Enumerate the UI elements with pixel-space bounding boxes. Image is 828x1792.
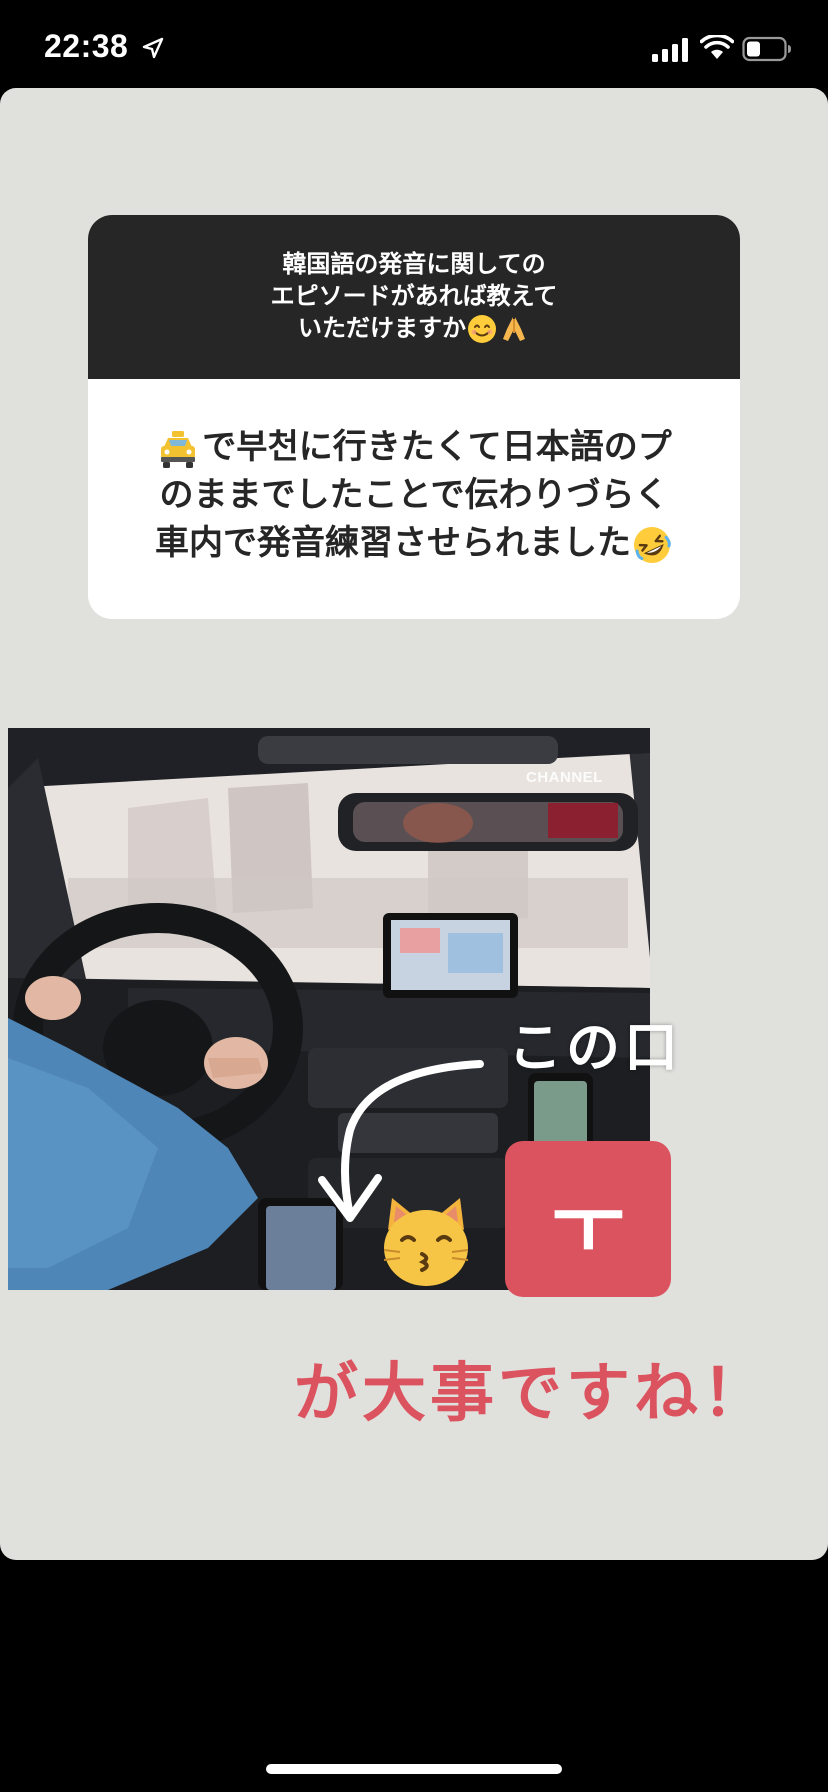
screen: 22:38 韓国語の発音に関しての エピソードがあれば教えて いただけますか で…	[0, 0, 828, 1792]
answer-line-with-emoji: で부천に行きたくて日本語のプ	[88, 423, 740, 471]
story-card[interactable]: 韓国語の発音に関しての エピソードがあれば教えて いただけますか で부천に行きた…	[0, 88, 828, 1560]
answer-body: で부천に行きたくて日本語のプ のままでしたことで伝わりづらく 車内で発音練習させ…	[88, 379, 740, 619]
kono-kuchi-label: この口	[508, 1016, 682, 1079]
hangul-vowel: ㅜ	[551, 1179, 625, 1272]
folded-hands-emoji	[503, 317, 525, 341]
question-line-with-emojis: いただけますか	[88, 312, 740, 345]
question-line: いただけますか	[298, 314, 466, 342]
question-line: 韓国語の発音に関しての	[282, 250, 546, 278]
kissing-cat-emoji	[383, 1198, 469, 1286]
location-arrow-icon	[142, 37, 164, 59]
answer-line-with-emoji: 車内で発音練習させられました	[88, 519, 740, 567]
rolling-laughing-emoji	[634, 526, 671, 563]
home-indicator[interactable]	[266, 1764, 562, 1774]
channel-watermark: CHANNEL	[526, 769, 603, 786]
answer-line: のままでしたことで伝わりづらく	[159, 475, 669, 515]
answer-line: 車内で発音練習させられました	[155, 523, 631, 563]
hangul-vowel-tile: ㅜ	[505, 1141, 671, 1297]
question-line: エピソードがあれば教えて	[270, 282, 558, 310]
status-time: 22:38	[44, 28, 129, 64]
smiling-face-emoji	[468, 315, 496, 343]
battery-icon	[742, 36, 791, 62]
daiji-caption: が大事ですね！	[294, 1357, 770, 1431]
answer-line: で부천に行きたくて日本語のプ	[202, 427, 672, 467]
cellular-signal-icon	[652, 38, 688, 62]
question-header: 韓国語の発音に関しての エピソードがあれば教えて いただけますか	[88, 215, 740, 379]
question-sticker[interactable]: 韓国語の発音に関しての エピソードがあれば教えて いただけますか で부천に行きた…	[88, 215, 740, 619]
wifi-icon	[700, 35, 734, 59]
taxi-emoji	[161, 430, 196, 468]
status-bar: 22:38	[0, 0, 828, 88]
